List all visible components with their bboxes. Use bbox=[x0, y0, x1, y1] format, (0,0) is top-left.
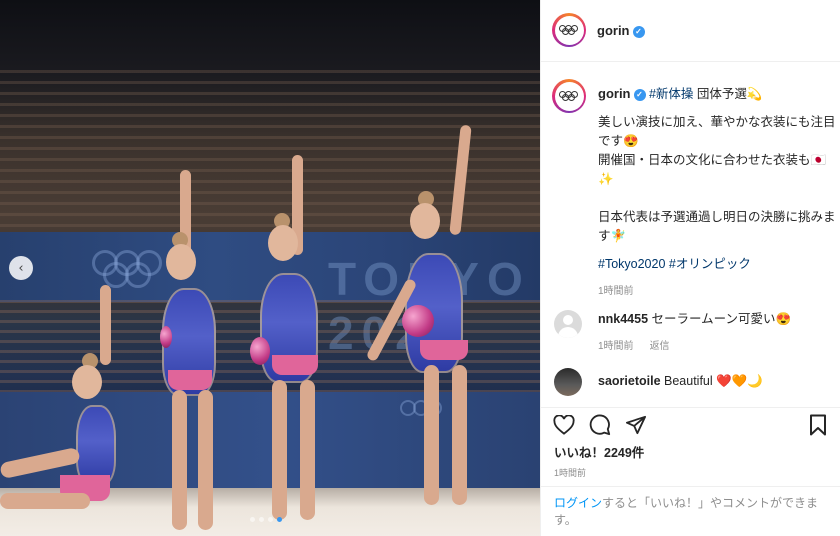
olympic-rings-icon bbox=[559, 91, 579, 101]
comment-text: Beautiful ❤️🧡🌙 bbox=[664, 374, 763, 388]
comment-username[interactable]: saorietoile bbox=[598, 374, 661, 388]
likes-count[interactable]: いいね！2249件 bbox=[554, 444, 644, 463]
caption-username[interactable]: gorin ✓ bbox=[598, 86, 646, 101]
avatar[interactable] bbox=[554, 368, 582, 396]
reply-button[interactable]: 返信 bbox=[650, 337, 670, 352]
caption-timestamp[interactable]: 1時間前 bbox=[598, 282, 836, 301]
avatar[interactable] bbox=[552, 13, 586, 47]
login-prompt-text: す。 bbox=[554, 513, 577, 527]
avatar[interactable] bbox=[554, 310, 582, 338]
hashtag-link[interactable]: #新体操 bbox=[649, 87, 693, 101]
comment-timestamp[interactable]: 1時間前 bbox=[598, 337, 634, 352]
comment-text: セーラームーン可愛い😍 bbox=[651, 312, 792, 326]
comment-icon[interactable] bbox=[587, 412, 613, 438]
caption-line: 開催国・日本の文化に合わせた衣装も🇯🇵 bbox=[598, 153, 827, 167]
carousel-dot-active bbox=[277, 517, 282, 522]
login-prompt-text: すると「いいね！」やコメントができま bbox=[602, 496, 819, 510]
hashtag-link[interactable]: #オリンピック bbox=[669, 257, 751, 271]
caption-headline: 団体予選💫 bbox=[696, 87, 763, 101]
username-text[interactable]: gorin bbox=[598, 86, 631, 101]
header-username[interactable]: gorin ✓ bbox=[597, 23, 645, 38]
post-photo[interactable]: TOKYO 2020 bbox=[0, 0, 540, 536]
post-timestamp[interactable]: 1時間前 bbox=[554, 466, 586, 479]
bookmark-icon[interactable] bbox=[805, 412, 831, 438]
post-caption: gorin ✓ #新体操 団体予選💫 美しい演技に加え、華やかな衣装にも注目 です… bbox=[598, 84, 836, 301]
login-link[interactable]: ログイン bbox=[554, 496, 602, 510]
olympic-rings-icon bbox=[559, 25, 579, 35]
caption-line: 美しい演技に加え、華やかな衣装にも注目 bbox=[598, 115, 836, 129]
carousel-dot bbox=[259, 517, 264, 522]
comments-area: gorin ✓ #新体操 団体予選💫 美しい演技に加え、華やかな衣装にも注目 です… bbox=[541, 62, 840, 407]
verified-icon: ✓ bbox=[632, 25, 645, 38]
caption-line: ✨ bbox=[598, 172, 614, 186]
default-user-icon bbox=[563, 315, 573, 325]
hashtag-link[interactable]: #Tokyo2020 bbox=[598, 257, 665, 271]
share-icon[interactable] bbox=[623, 412, 649, 438]
comment-username[interactable]: nnk4455 bbox=[598, 312, 648, 326]
carousel-dot bbox=[250, 517, 255, 522]
heart-icon[interactable] bbox=[551, 412, 577, 438]
caption-line: 日本代表は予選通過し明日の決勝に挑みま bbox=[598, 210, 836, 224]
carousel-indicator bbox=[250, 517, 282, 522]
post-header: gorin ✓ bbox=[541, 0, 840, 62]
login-prompt: ログインすると「いいね！」やコメントができま す。 bbox=[541, 486, 840, 536]
verified-icon: ✓ bbox=[633, 88, 646, 101]
post-side-panel: gorin ✓ gorin ✓ #新体操 団体予選💫 美しい演技に加え、華やかな衣装… bbox=[540, 0, 840, 536]
caption-line: す🧚 bbox=[598, 229, 627, 243]
caption-line: です😍 bbox=[598, 134, 639, 148]
username-text[interactable]: gorin bbox=[597, 23, 630, 38]
carousel-dot bbox=[268, 517, 273, 522]
previous-photo-button[interactable]: ‹ bbox=[9, 256, 33, 280]
avatar[interactable] bbox=[552, 79, 586, 113]
